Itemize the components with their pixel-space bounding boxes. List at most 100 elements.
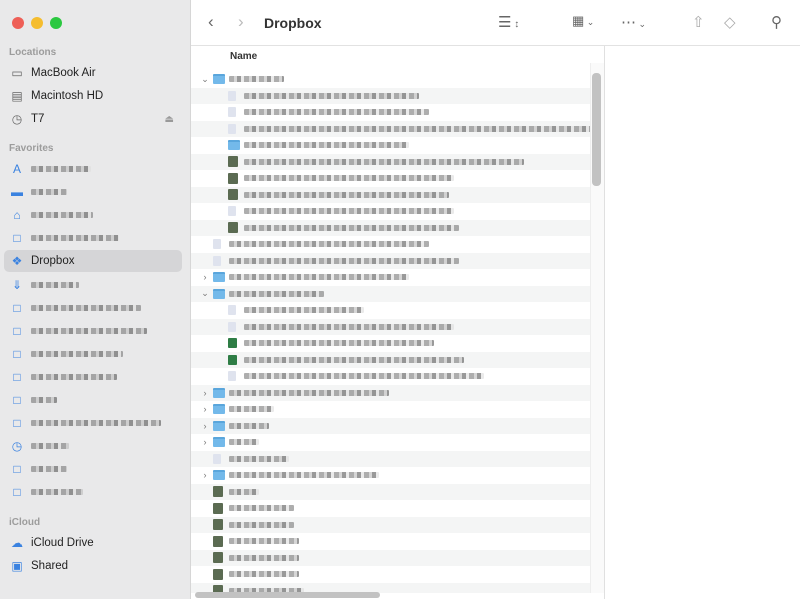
document-icon (228, 123, 236, 134)
sidebar-item[interactable]: ❖ Dropbox (4, 250, 182, 273)
chevron-down-icon[interactable]: ⌄ (200, 74, 210, 85)
redacted-label (31, 489, 83, 496)
horizontal-scrollbar[interactable] (195, 592, 380, 598)
preview-pane (604, 46, 800, 599)
table-row[interactable] (191, 186, 592, 203)
table-row[interactable] (191, 153, 592, 170)
table-row[interactable] (191, 500, 592, 517)
sidebar-item[interactable]: □ (4, 320, 182, 342)
redacted-label (31, 443, 69, 450)
image-file-icon (213, 502, 223, 514)
sidebar-item[interactable]: □ (4, 458, 182, 480)
folder-icon (213, 437, 225, 448)
sidebar-item[interactable]: ☁ iCloud Drive (4, 532, 182, 554)
folder-icon: □ (13, 346, 21, 361)
chevron-right-icon[interactable]: › (200, 421, 210, 431)
redacted-filename (229, 422, 269, 429)
table-row[interactable] (191, 351, 592, 368)
image-file-icon (228, 172, 238, 184)
table-row[interactable]: › (191, 401, 592, 418)
table-row[interactable]: ⌄ (191, 285, 592, 302)
share-icon[interactable]: ⇧ (692, 13, 705, 31)
table-row[interactable]: › (191, 467, 592, 484)
chevron-right-icon[interactable]: › (200, 437, 210, 447)
sidebar-item[interactable]: ⌂ (4, 204, 182, 226)
chevron-right-icon[interactable]: › (200, 470, 210, 480)
forward-button[interactable]: › (238, 12, 244, 32)
close-button[interactable] (12, 17, 24, 29)
sidebar-item[interactable]: □ (4, 343, 182, 365)
column-name-header[interactable]: Name (230, 51, 257, 62)
chevron-right-icon[interactable]: › (200, 388, 210, 398)
document-icon (228, 321, 236, 332)
tag-icon[interactable]: ◇ (724, 13, 736, 31)
sidebar-item[interactable]: ▬ (4, 181, 182, 203)
redacted-filename (229, 257, 459, 264)
redacted-filename (229, 439, 259, 446)
image-file-icon (228, 156, 238, 168)
table-row[interactable] (191, 203, 592, 220)
table-row[interactable] (191, 566, 592, 583)
redacted-label (31, 350, 123, 357)
chevron-right-icon[interactable]: › (200, 272, 210, 282)
table-row[interactable]: ⌄ (191, 71, 592, 88)
list-view-icon[interactable]: ☰ ↕ (498, 13, 519, 31)
redacted-label (31, 304, 141, 311)
table-row[interactable] (191, 137, 592, 154)
sidebar-item[interactable]: ▤ Macintosh HD (4, 85, 182, 107)
table-row[interactable] (191, 533, 592, 550)
table-row[interactable] (191, 302, 592, 319)
table-row[interactable] (191, 236, 592, 253)
table-row[interactable] (191, 104, 592, 121)
group-icon[interactable]: ▦ ⌄ (572, 13, 594, 29)
back-button[interactable]: ‹ (208, 12, 214, 32)
laptop-icon: ▭ (11, 66, 23, 80)
sidebar-item[interactable]: ◷ (4, 435, 182, 457)
search-icon[interactable]: ⚲ (771, 13, 782, 31)
redacted-filename (229, 571, 299, 578)
sidebar-item[interactable]: A (4, 158, 182, 180)
folder-icon (228, 140, 240, 151)
sidebar-item[interactable]: □ (4, 297, 182, 319)
table-row[interactable] (191, 483, 592, 500)
redacted-filename (244, 307, 364, 314)
chevron-right-icon[interactable]: › (200, 404, 210, 414)
sidebar-item[interactable]: □ (4, 389, 182, 411)
chevron-down-icon[interactable]: ⌄ (200, 288, 210, 299)
table-row[interactable]: › (191, 384, 592, 401)
vertical-scrollbar[interactable] (592, 73, 601, 186)
table-row[interactable]: › (191, 269, 592, 286)
more-actions-icon[interactable]: ⋯ ⌄ (621, 13, 646, 31)
eject-icon[interactable]: ⏏ (165, 114, 174, 125)
document-icon (228, 107, 236, 118)
table-row[interactable] (191, 87, 592, 104)
sidebar-item[interactable]: □ (4, 366, 182, 388)
sidebar-item[interactable]: ⇓ (4, 274, 182, 296)
folder-icon: □ (13, 369, 21, 384)
table-row[interactable] (191, 516, 592, 533)
sidebar-item[interactable]: ◷ T7 ⏏ (4, 108, 182, 130)
sidebar-item[interactable]: ▭ MacBook Air (4, 62, 182, 84)
sidebar-item[interactable]: □ (4, 412, 182, 434)
zoom-button[interactable] (50, 17, 62, 29)
sidebar-item[interactable]: □ (4, 481, 182, 503)
table-row[interactable]: › (191, 434, 592, 451)
minimize-button[interactable] (31, 17, 43, 29)
table-row[interactable] (191, 252, 592, 269)
table-row[interactable] (191, 368, 592, 385)
sidebar-section-header: iCloud (9, 517, 41, 528)
table-row[interactable] (191, 219, 592, 236)
sidebar-section-header: Locations (9, 47, 57, 58)
table-row[interactable]: › (191, 417, 592, 434)
image-file-icon (213, 535, 223, 547)
sidebar-item[interactable]: ▣ Shared (4, 555, 182, 577)
table-row[interactable] (191, 335, 592, 352)
table-row[interactable] (191, 120, 592, 137)
table-row[interactable] (191, 170, 592, 187)
table-row[interactable] (191, 450, 592, 467)
image-file-icon (213, 568, 223, 580)
table-row[interactable] (191, 318, 592, 335)
table-row[interactable] (191, 549, 592, 566)
redacted-label (31, 466, 67, 473)
sidebar-item[interactable]: □ (4, 227, 182, 249)
